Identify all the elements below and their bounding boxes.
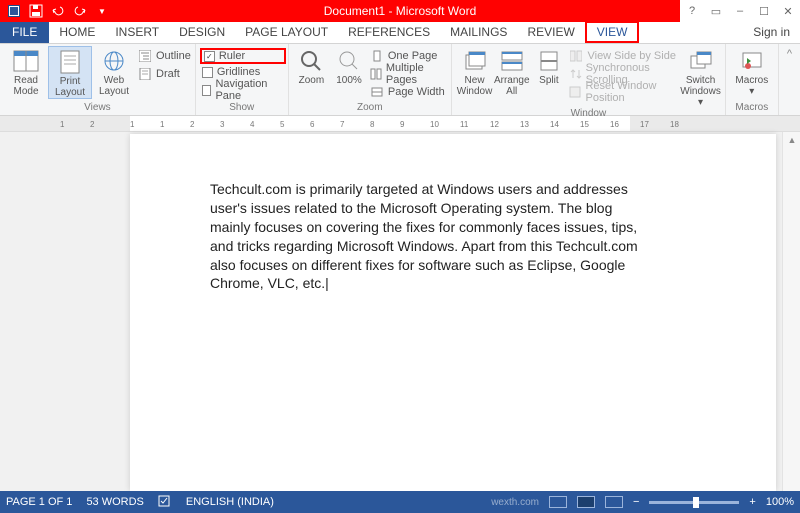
group-show-label: Show xyxy=(200,102,284,115)
quick-access-toolbar: ▼ xyxy=(0,0,112,22)
multiple-pages-icon xyxy=(370,67,382,81)
print-layout-button[interactable]: Print Layout xyxy=(48,46,92,99)
redo-button[interactable] xyxy=(70,2,90,20)
word-count[interactable]: 53 WORDS xyxy=(86,496,143,508)
scroll-up-button[interactable]: ▲ xyxy=(783,132,800,148)
web-layout-icon xyxy=(100,48,128,74)
tab-insert[interactable]: INSERT xyxy=(105,21,169,43)
macros-icon xyxy=(738,48,766,74)
word-icon[interactable] xyxy=(4,2,24,20)
group-zoom-label: Zoom xyxy=(293,102,447,115)
tab-design[interactable]: DESIGN xyxy=(169,21,235,43)
tab-page-layout[interactable]: PAGE LAYOUT xyxy=(235,21,338,43)
tab-file[interactable]: FILE xyxy=(0,21,49,43)
document-body-text: Techcult.com is primarily targeted at Wi… xyxy=(210,180,640,293)
help-button[interactable]: ? xyxy=(680,0,704,22)
zoom-icon xyxy=(297,48,325,74)
web-layout-button[interactable]: Web Layout xyxy=(92,46,136,97)
zoom-out-button[interactable]: − xyxy=(633,496,639,508)
group-window: New Window Arrange All Split View Side b… xyxy=(452,44,726,115)
zoom-slider[interactable] xyxy=(649,501,739,504)
page-width-button[interactable]: Page Width xyxy=(370,84,447,100)
checkbox-icon xyxy=(202,85,212,96)
ribbon: Read Mode Print Layout Web Layout Outlin… xyxy=(0,44,800,116)
page-width-icon xyxy=(370,85,384,99)
tab-references[interactable]: REFERENCES xyxy=(338,21,440,43)
close-button[interactable]: ✕ xyxy=(776,0,800,22)
macros-button[interactable]: Macros▾ xyxy=(730,46,774,97)
ruler-checkbox[interactable]: ✓Ruler xyxy=(200,48,286,64)
new-window-button[interactable]: New Window xyxy=(456,46,493,97)
tab-home[interactable]: HOME xyxy=(49,21,105,43)
group-zoom: Zoom 100% One Page Multiple Pages Page W… xyxy=(289,44,452,115)
group-views: Read Mode Print Layout Web Layout Outlin… xyxy=(0,44,196,115)
tab-mailings[interactable]: MAILINGS xyxy=(440,21,517,43)
tab-view[interactable]: VIEW xyxy=(585,21,640,43)
print-layout-icon xyxy=(56,49,84,75)
one-page-icon xyxy=(370,49,384,63)
status-bar: PAGE 1 OF 1 53 WORDS ENGLISH (INDIA) wex… xyxy=(0,491,800,513)
split-button[interactable]: Split xyxy=(530,46,567,86)
tab-review[interactable]: REVIEW xyxy=(517,21,584,43)
print-layout-view-button[interactable] xyxy=(577,496,595,508)
reset-window-icon xyxy=(569,85,581,99)
navigation-pane-checkbox[interactable]: Navigation Pane xyxy=(202,82,284,98)
minimize-button[interactable]: – xyxy=(728,0,752,22)
outline-button[interactable]: Outline xyxy=(138,48,191,64)
document-area: 121123456789101112131415161718 Techcult.… xyxy=(0,116,800,491)
read-mode-button[interactable]: Read Mode xyxy=(4,46,48,97)
zoom-level[interactable]: 100% xyxy=(766,496,794,508)
checkbox-icon xyxy=(202,67,213,78)
horizontal-ruler[interactable]: 121123456789101112131415161718 xyxy=(0,116,800,132)
arrange-all-button[interactable]: Arrange All xyxy=(493,46,530,97)
collapse-ribbon-button[interactable]: ^ xyxy=(779,44,800,115)
ribbon-tabs: FILE HOME INSERT DESIGN PAGE LAYOUT REFE… xyxy=(0,22,800,44)
zoom-button[interactable]: Zoom xyxy=(293,46,331,86)
zoom-in-button[interactable]: + xyxy=(749,496,755,508)
qat-dropdown[interactable]: ▼ xyxy=(92,2,112,20)
sign-in-link[interactable]: Sign in xyxy=(743,21,800,43)
web-layout-view-button[interactable] xyxy=(605,496,623,508)
zoom-100-icon xyxy=(335,48,363,74)
switch-windows-icon xyxy=(687,48,715,74)
group-macros-label: Macros xyxy=(730,102,774,115)
sync-scroll-icon xyxy=(569,67,581,81)
group-show: ✓Ruler Gridlines Navigation Pane Show xyxy=(196,44,289,115)
group-views-label: Views xyxy=(4,102,191,115)
page-count[interactable]: PAGE 1 OF 1 xyxy=(6,496,72,508)
switch-windows-button[interactable]: Switch Windows ▾ xyxy=(680,46,721,108)
split-icon xyxy=(535,48,563,74)
vertical-scrollbar[interactable]: ▲ xyxy=(782,132,800,491)
new-window-icon xyxy=(461,48,489,74)
ribbon-options-button[interactable]: ▭ xyxy=(704,0,728,22)
undo-button[interactable] xyxy=(48,2,68,20)
side-by-side-icon xyxy=(569,49,583,63)
checkbox-checked-icon: ✓ xyxy=(204,51,215,62)
read-mode-icon xyxy=(12,48,40,74)
window-controls: ? ▭ – ☐ ✕ xyxy=(680,0,800,22)
read-mode-view-button[interactable] xyxy=(549,496,567,508)
group-macros: Macros▾ Macros xyxy=(726,44,779,115)
maximize-button[interactable]: ☐ xyxy=(752,0,776,22)
language-indicator[interactable]: ENGLISH (INDIA) xyxy=(186,496,274,508)
window-title: Document1 - Microsoft Word xyxy=(324,4,477,18)
arrange-all-icon xyxy=(498,48,526,74)
reset-window-position-button: Reset Window Position xyxy=(569,84,680,100)
spell-check-icon[interactable] xyxy=(158,495,172,510)
outline-icon xyxy=(138,49,152,63)
save-button[interactable] xyxy=(26,2,46,20)
draft-button[interactable]: Draft xyxy=(138,66,191,82)
multiple-pages-button[interactable]: Multiple Pages xyxy=(370,66,447,82)
title-bar: ▼ Document1 - Microsoft Word ? ▭ – ☐ ✕ xyxy=(0,0,800,22)
document-page[interactable]: Techcult.com is primarily targeted at Wi… xyxy=(130,134,776,491)
zoom-100-button[interactable]: 100% xyxy=(330,46,368,86)
draft-icon xyxy=(138,67,152,81)
watermark-text: wexth.com xyxy=(491,497,539,508)
